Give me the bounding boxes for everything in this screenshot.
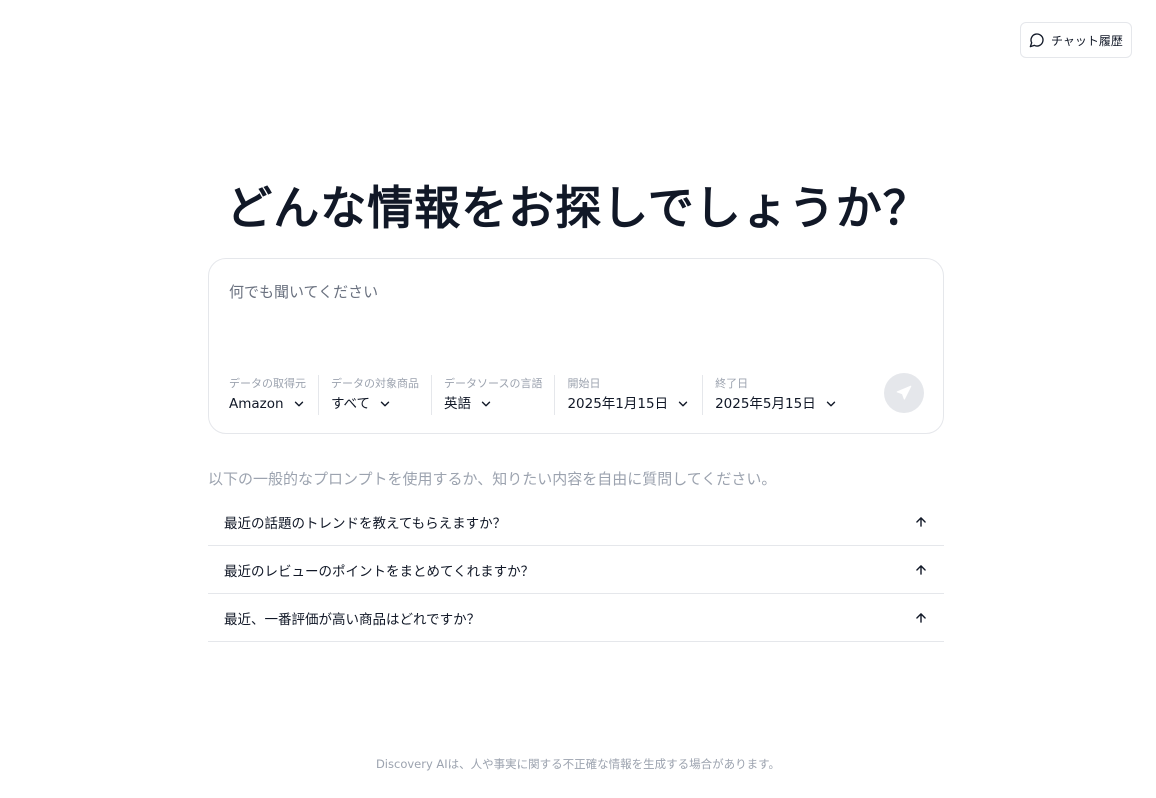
prompt-text: 最近のレビューのポイントをまとめてくれますか？ (224, 563, 535, 580)
chevron-down-icon (294, 401, 303, 407)
chevron-down-icon (380, 401, 390, 407)
chevron-down-icon (826, 401, 835, 407)
filter-label: データソースの言語 (444, 377, 543, 390)
filter-end-date[interactable]: 終了日 2025年5月15日 (702, 375, 850, 415)
filter-target-product[interactable]: データの対象商品 すべて (318, 375, 431, 415)
prompt-text: 最近の話題のトレンドを教えてもらえますか？ (224, 515, 507, 532)
filter-label: 開始日 (567, 377, 601, 390)
filter-value: すべて (331, 396, 371, 412)
chat-history-button[interactable]: チャット履歴 (1020, 22, 1132, 58)
filter-source-language[interactable]: データソースの言語 英語 (431, 375, 554, 415)
filter-bar: データの取得元 Amazon データの対象商品 すべて データソースの言語 英語… (229, 375, 850, 415)
filter-value: 2025年5月15日 (715, 396, 816, 412)
filter-data-source[interactable]: データの取得元 Amazon (229, 375, 318, 415)
filter-value: 2025年1月15日 (567, 396, 669, 412)
prompt-item[interactable]: 最近の話題のトレンドを教えてもらえますか？ (208, 498, 944, 546)
filter-value: 英語 (444, 396, 471, 412)
filter-value: Amazon (229, 396, 284, 412)
filter-label: データの対象商品 (331, 377, 419, 390)
send-icon (896, 385, 912, 400)
chat-history-label: チャット履歴 (1051, 33, 1123, 48)
suggested-prompts: 最近の話題のトレンドを教えてもらえますか？ 最近のレビューのポイントをまとめてく… (208, 498, 944, 642)
prompt-text: 最近、一番評価が高い商品はどれですか？ (224, 611, 481, 628)
chevron-down-icon (481, 401, 491, 407)
arrow-up-icon (916, 564, 926, 575)
page-title: どんな情報をお探しでしょうか？ (226, 181, 930, 235)
filter-label: 終了日 (715, 377, 749, 390)
filter-label: データの取得元 (229, 377, 306, 390)
prompt-item[interactable]: 最近、一番評価が高い商品はどれですか？ (208, 594, 944, 642)
disclaimer-footer: Discovery AIは、人や事実に関する不正確な情報を生成する場合があります… (375, 757, 781, 771)
arrow-up-icon (916, 516, 926, 527)
send-button[interactable] (884, 373, 924, 413)
search-input[interactable] (229, 281, 919, 341)
chat-bubble-icon (1029, 33, 1044, 48)
search-card: データの取得元 Amazon データの対象商品 すべて データソースの言語 英語… (208, 258, 944, 434)
prompt-hint: 以下の一般的なプロンプトを使用するか、知りたい内容を自由に質問してください。 (208, 470, 777, 488)
chevron-down-icon (678, 401, 688, 407)
filter-start-date[interactable]: 開始日 2025年1月15日 (554, 375, 702, 415)
prompt-item[interactable]: 最近のレビューのポイントをまとめてくれますか？ (208, 546, 944, 594)
arrow-up-icon (916, 612, 926, 623)
